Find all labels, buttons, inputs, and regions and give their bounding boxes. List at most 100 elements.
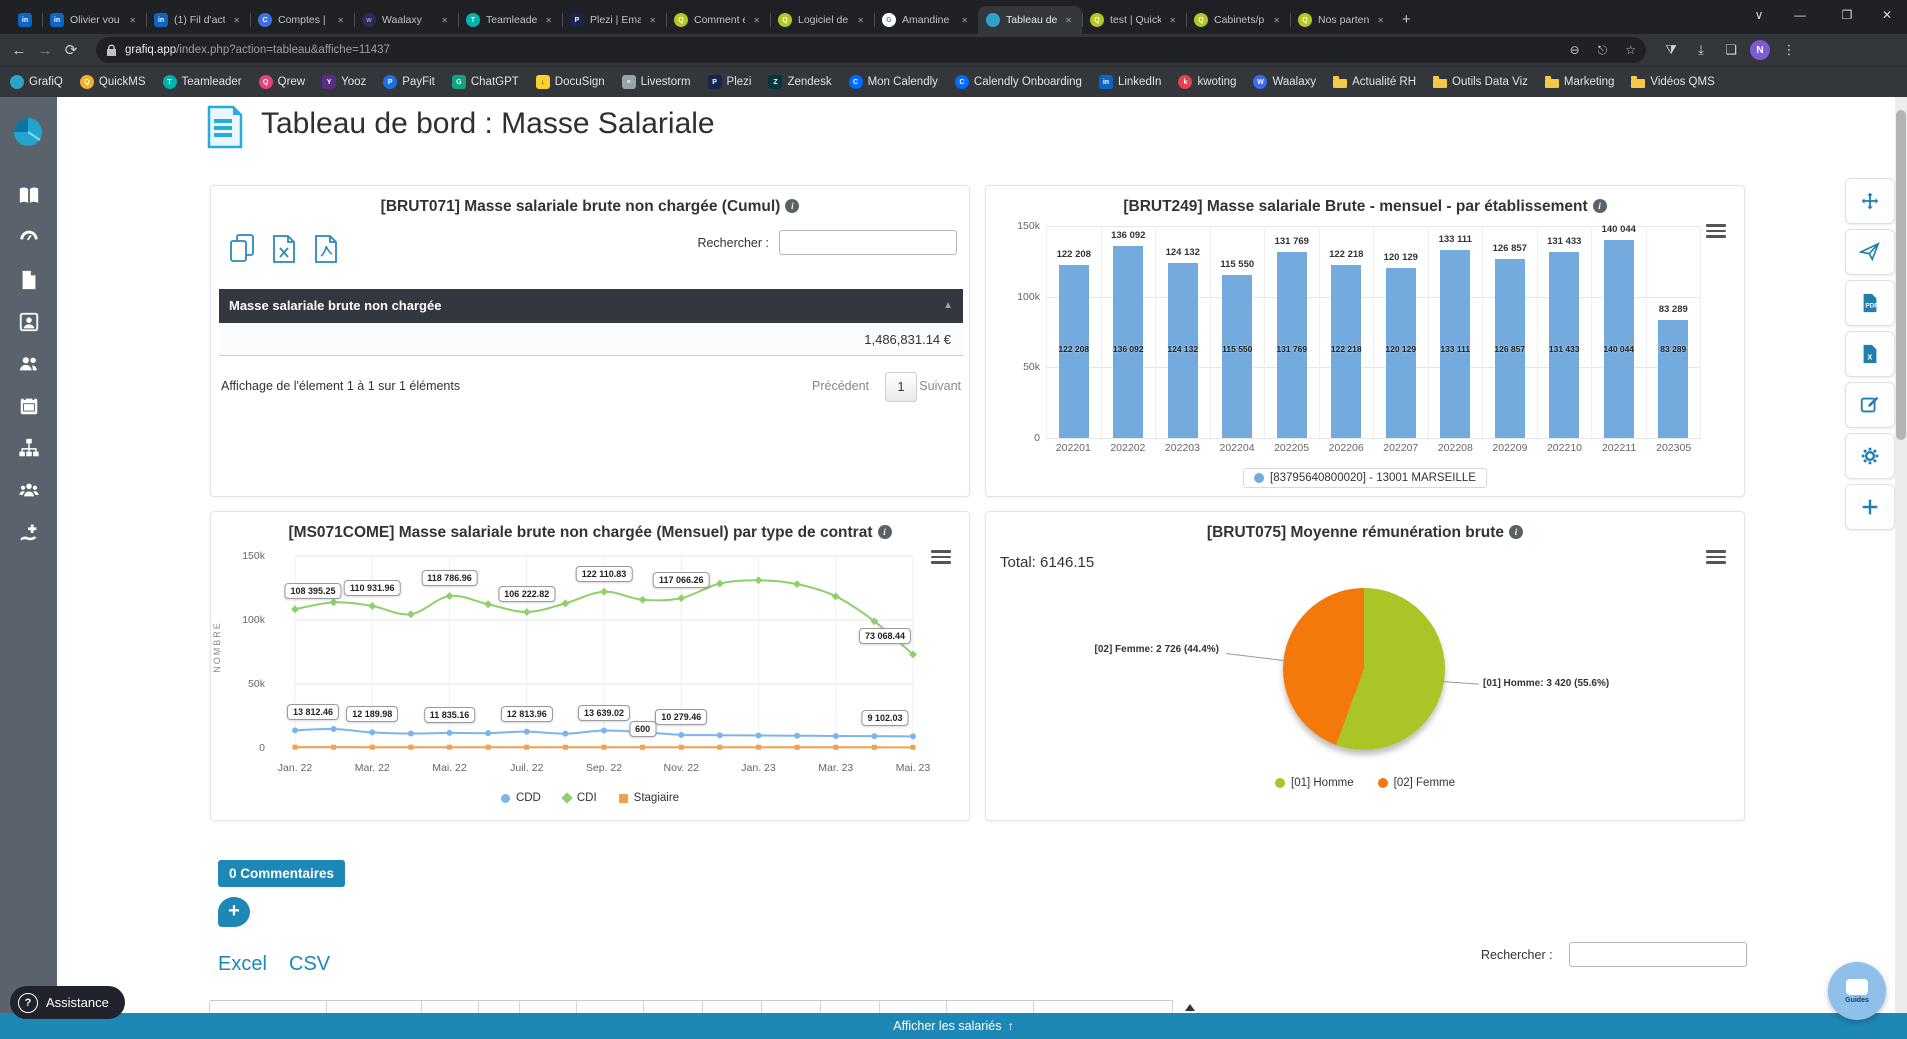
tab-close-icon[interactable]: ✕ [647,14,658,27]
info-icon[interactable]: i [878,525,892,539]
bookmark-item[interactable]: ↓DocuSign [536,75,605,89]
action-send[interactable] [1845,229,1895,275]
legend-item[interactable]: CDI [563,792,597,804]
bar-chart-legend[interactable]: [83795640800020] - 13001 MARSEILLE [1243,468,1487,488]
excel-export-icon[interactable] [271,234,297,269]
bookmark-item[interactable]: Actualité RH [1333,76,1416,88]
tab-close-icon[interactable]: ✕ [543,14,554,27]
tab-close-icon[interactable]: ✕ [1167,14,1178,27]
legend-item[interactable]: Stagiaire [619,792,679,804]
pdf-export-icon[interactable] [313,234,339,269]
bookmark-item[interactable]: ZZendesk [768,75,831,89]
browser-tab[interactable]: PPlezi | Emai✕ [562,6,666,34]
legend-item[interactable]: CDD [501,792,541,804]
bookmark-item[interactable]: Marketing [1545,76,1615,88]
browser-tab[interactable]: TTeamleade✕ [458,6,562,34]
browser-tab[interactable]: in [8,6,42,34]
info-icon[interactable]: i [1509,525,1523,539]
sidebar-item-file[interactable] [18,269,40,291]
tab-close-icon[interactable]: ✕ [1375,14,1386,27]
chart-menu-icon[interactable] [1706,550,1726,567]
browser-tab[interactable]: QComment e✕ [666,6,770,34]
show-salaries-bar[interactable]: Afficher les salariés ↑ [0,1013,1907,1039]
browser-tab[interactable]: GAmandine✕ [874,6,978,34]
browser-tab[interactable]: QCabinets/p✕ [1186,6,1290,34]
action-move[interactable] [1845,178,1895,224]
bookmark-item[interactable]: CCalendly Onboarding [955,75,1082,89]
bookmark-item[interactable]: QQrew [259,75,305,89]
minimize-icon[interactable]: — [1780,0,1820,30]
tab-close-icon[interactable]: ✕ [335,14,346,27]
action-plus[interactable] [1845,484,1895,530]
sidebar-item-calendar[interactable] [18,395,40,417]
legend-item[interactable]: [01] Homme [1275,777,1354,789]
bar[interactable] [1113,246,1143,438]
sort-arrow-icon[interactable] [1185,1004,1195,1011]
bookmark-item[interactable]: GrafiQ [10,75,63,89]
info-icon[interactable]: i [785,199,799,213]
excel-export-link[interactable]: Excel [218,953,267,976]
bookmark-item[interactable]: WWaalaxy [1253,75,1316,89]
sidebar-item-sitemap[interactable] [18,437,40,459]
chart-menu-icon[interactable] [1706,224,1726,241]
tab-close-icon[interactable]: ✕ [439,14,450,27]
download-icon[interactable]: ⤓ [1686,42,1716,58]
tab-search-icon[interactable]: ∨ [1739,0,1779,30]
bookmark-item[interactable]: GChatGPT [452,75,519,89]
sidebar-item-hand-plus[interactable] [18,521,40,543]
pie-chart[interactable] [1283,588,1445,750]
bookmark-item[interactable]: kkwoting [1178,75,1236,89]
menu-kebab-icon[interactable]: ⋮ [1774,42,1804,58]
bookmark-item[interactable]: CMon Calendly [849,75,938,89]
salaries-search-input[interactable] [1569,942,1747,967]
tab-close-icon[interactable]: ✕ [127,14,138,27]
bookmark-item[interactable]: Vidéos QMS [1631,76,1714,88]
assistance-button[interactable]: ? Assistance [10,986,125,1019]
zoom-out-icon[interactable]: ⊖ [1570,43,1580,57]
pagination-next[interactable]: Suivant [919,379,961,393]
forward-button[interactable]: → [32,42,58,59]
bookmark-item[interactable]: QQuickMS [80,75,146,89]
info-icon[interactable]: i [1593,199,1607,213]
bookmark-item[interactable]: PPlezi [708,75,752,89]
action-edit[interactable] [1845,382,1895,428]
csv-export-link[interactable]: CSV [289,953,330,976]
guides-button[interactable]: Guides [1828,962,1886,1020]
bookmark-item[interactable]: TTeamleader [163,75,242,89]
bookmark-item[interactable]: YYooz [322,75,366,89]
browser-tab[interactable]: QLogiciel de✕ [770,6,874,34]
action-gear[interactable] [1845,433,1895,479]
table-header[interactable]: Masse salariale brute non chargée▲▼ [219,289,963,323]
bar[interactable] [1604,240,1634,438]
profile-avatar[interactable]: N [1750,40,1770,60]
add-comment-button[interactable]: + [218,897,250,927]
bar[interactable] [1222,275,1252,438]
tab-close-icon[interactable]: ✕ [959,14,970,27]
card-search-input[interactable] [779,230,957,255]
copy-icon[interactable] [229,234,255,269]
bookmark-item[interactable]: inLinkedIn [1099,75,1161,89]
grafiq-logo[interactable] [13,117,43,152]
sidebar-item-student[interactable] [18,311,40,333]
bookmark-item[interactable]: Outils Data Viz [1433,76,1528,88]
browser-tab[interactable]: wWaalaxy✕ [354,6,458,34]
bookmark-star-icon[interactable]: ☆ [1625,43,1636,57]
extensions-puzzle-icon[interactable]: ⧩ [1656,42,1686,58]
chart-menu-icon[interactable] [931,550,951,567]
browser-tab[interactable]: CComptes |✕ [250,6,354,34]
maximize-icon[interactable]: ❐ [1827,0,1867,30]
bookmark-item[interactable]: PPayFit [383,75,435,89]
back-button[interactable]: ← [6,42,32,59]
close-icon[interactable]: ✕ [1867,0,1907,30]
pagination-previous[interactable]: Précédent [812,379,869,393]
action-excel[interactable]: x [1845,331,1895,377]
sidebar-item-users[interactable] [18,353,40,375]
tab-close-icon[interactable]: ✕ [751,14,762,27]
sidebar-item-group[interactable] [18,479,40,501]
action-pdf[interactable]: PDF [1845,280,1895,326]
scrollbar-thumb[interactable] [1896,110,1906,440]
share-icon[interactable]: ⎋ [1598,43,1608,58]
sidebar-item-gauge[interactable] [18,227,40,249]
sidebar-item-book[interactable] [18,185,40,207]
browser-tab[interactable]: Tableau de✕ [978,6,1082,34]
